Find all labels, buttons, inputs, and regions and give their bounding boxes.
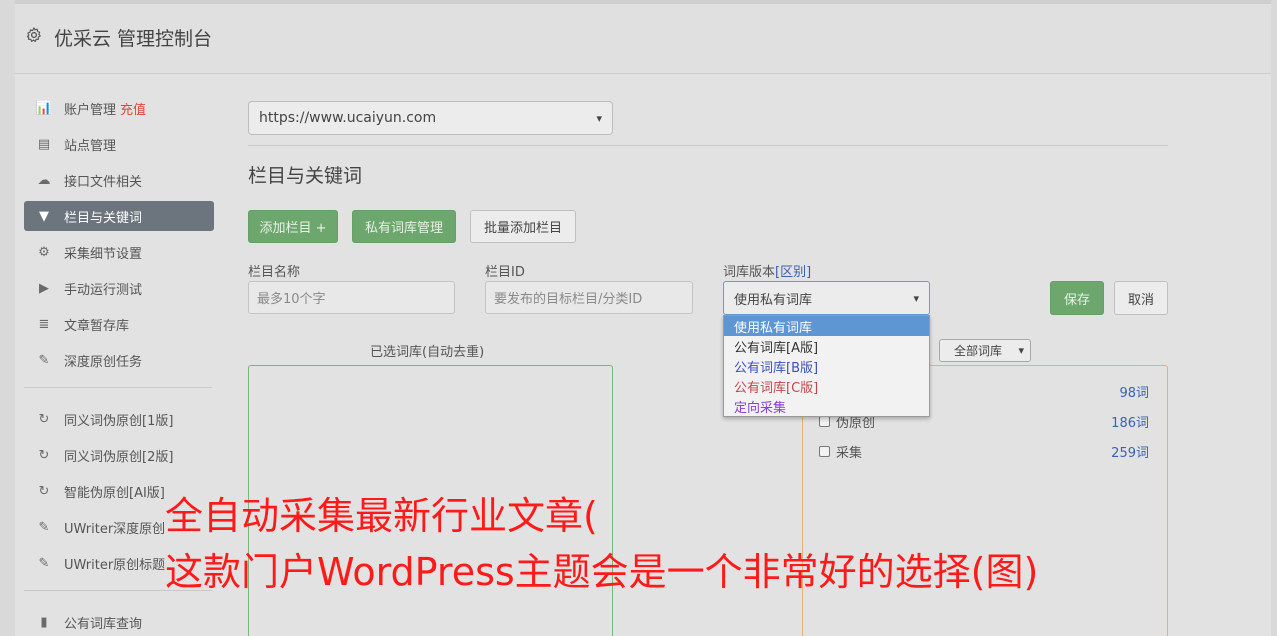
- column-id-input[interactable]: 要发布的目标栏目/分类ID: [485, 281, 693, 314]
- column-name-label: 栏目名称: [248, 265, 301, 280]
- dropdown-option[interactable]: 公有词库[B版]: [724, 356, 929, 376]
- lib-checkbox[interactable]: [819, 415, 830, 427]
- sidebar-item[interactable]: ✎ 深度原创任务: [24, 345, 214, 375]
- recharge-link[interactable]: 充值: [120, 99, 146, 118]
- sidebar-item[interactable]: ☁ 接口文件相关: [24, 165, 214, 195]
- column-id-label: 栏目ID: [485, 265, 525, 280]
- edit-icon: ✎: [38, 555, 50, 571]
- sidebar-item-label: 采集细节设置: [64, 246, 143, 262]
- batch-add-button[interactable]: 批量添加栏目: [470, 210, 576, 243]
- app-frame: 优采云 管理控制台 📊 账户管理 充值 ▤ 站点管理 ☁ 接口文件相关 ▼ 栏目与关键词 ⚙ 采集细…: [15, 0, 1271, 636]
- book-icon: ▮: [40, 614, 48, 630]
- dropdown-option[interactable]: 公有词库[A版]: [724, 336, 929, 356]
- sidebar-item[interactable]: ▼ 栏目与关键词: [24, 201, 214, 231]
- sidebar-item[interactable]: ▮ 公有词库查询: [24, 607, 214, 636]
- lib-version-text: 词库版本: [723, 265, 776, 280]
- chevron-down-icon: ▾: [1018, 344, 1024, 357]
- filter-icon: ▼: [39, 208, 49, 224]
- lib-count: 98词: [1119, 385, 1149, 401]
- edit-icon: ✎: [38, 352, 50, 368]
- sidebar-item[interactable]: ↻ 同义词伪原创[2版]: [24, 440, 214, 470]
- column-id-placeholder: 要发布的目标栏目/分类ID: [494, 292, 643, 307]
- lib-version-select[interactable]: 使用私有词库 ▾: [723, 281, 930, 315]
- sidebar-item[interactable]: 📊 账户管理 充值: [24, 93, 214, 123]
- dropdown-option[interactable]: 定向采集: [724, 396, 929, 416]
- sidebar-item-label: 深度原创任务: [64, 354, 143, 370]
- lib-version-label: 词库版本[区别]: [723, 261, 811, 280]
- lib-filter-value: 全部词库: [954, 344, 1003, 358]
- lib-count: 186词: [1111, 415, 1149, 431]
- chart-icon: 📊: [35, 100, 53, 116]
- cloud-upload-icon: ☁: [37, 172, 51, 188]
- cancel-button[interactable]: 取消: [1114, 281, 1168, 315]
- private-lib-button[interactable]: 私有词库管理: [352, 210, 456, 243]
- sidebar-item[interactable]: ▶ 手动运行测试: [24, 273, 214, 303]
- sidebar-item-label: 接口文件相关: [64, 174, 143, 190]
- server-icon: ▤: [37, 136, 51, 152]
- column-name-placeholder: 最多10个字: [257, 292, 326, 307]
- sidebar-item[interactable]: ⚙ 采集细节设置: [24, 237, 214, 267]
- sidebar-item-label: 文章暂存库: [64, 318, 130, 334]
- sidebar-item-label: 账户管理: [64, 102, 117, 118]
- save-button[interactable]: 保存: [1050, 281, 1104, 315]
- sidebar-item-label: 栏目与关键词: [64, 210, 143, 226]
- sidebar-item-label: 手动运行测试: [64, 282, 143, 298]
- sidebar-divider: [24, 387, 212, 388]
- site-select[interactable]: https://www.ucaiyun.com ▾: [248, 101, 613, 135]
- lib-filter-select[interactable]: 全部词库 ▾: [939, 339, 1031, 362]
- play-icon: ▶: [39, 280, 49, 296]
- gear-icon: [26, 27, 41, 42]
- sidebar-item-label: UWriter原创标题: [64, 557, 166, 573]
- selected-libs-title: 已选词库(自动去重): [370, 345, 485, 360]
- refresh-icon: ↻: [38, 411, 50, 427]
- sidebar-item-label: UWriter深度原创: [64, 521, 166, 537]
- app-title: 优采云 管理控制台: [54, 28, 213, 50]
- lib-row[interactable]: 采集 259词: [819, 441, 1149, 461]
- sidebar-item[interactable]: ↻ 同义词伪原创[1版]: [24, 404, 214, 434]
- refresh-icon: ↻: [38, 447, 50, 463]
- dropdown-option[interactable]: 公有词库[C版]: [724, 376, 929, 396]
- diff-link[interactable]: [区别]: [775, 265, 811, 280]
- lib-version-value: 使用私有词库: [734, 292, 813, 308]
- chevron-down-icon: ▾: [596, 111, 602, 125]
- lib-checkbox[interactable]: [819, 445, 830, 457]
- header: 优采云 管理控制台: [15, 4, 1271, 74]
- refresh-icon: ↻: [38, 483, 50, 499]
- sidebar-item[interactable]: ▤ 站点管理: [24, 129, 214, 159]
- cogs-icon: ⚙: [38, 244, 50, 260]
- add-column-button[interactable]: 添加栏目 +: [248, 210, 338, 243]
- overlay-caption-line1: 全自动采集最新行业文章(: [165, 494, 598, 538]
- overlay-caption-line2: 这款门户WordPress主题会是一个非常好的选择(图): [165, 550, 1039, 594]
- section-title: 栏目与关键词: [248, 165, 363, 187]
- sidebar-item-label: 同义词伪原创[2版]: [64, 449, 174, 465]
- divider: [248, 145, 1168, 146]
- sidebar-item-label: 智能伪原创[AI版]: [64, 485, 165, 501]
- column-name-input[interactable]: 最多10个字: [248, 281, 455, 314]
- lib-count: 259词: [1111, 445, 1149, 461]
- database-icon: ≣: [38, 316, 50, 332]
- sidebar-item[interactable]: ≣ 文章暂存库: [24, 309, 214, 339]
- chevron-down-icon: ▾: [913, 291, 919, 305]
- lib-name: 采集: [836, 445, 863, 461]
- dropdown-option[interactable]: 使用私有词库: [724, 316, 929, 336]
- sidebar-item-label: 同义词伪原创[1版]: [64, 413, 174, 429]
- sidebar-item-label: 公有词库查询: [64, 616, 143, 632]
- site-select-value: https://www.ucaiyun.com: [259, 110, 437, 126]
- sidebar-item-label: 站点管理: [64, 138, 117, 154]
- lib-version-dropdown: 使用私有词库 公有词库[A版] 公有词库[B版] 公有词库[C版] 定向采集: [723, 315, 930, 417]
- edit-icon: ✎: [38, 519, 50, 535]
